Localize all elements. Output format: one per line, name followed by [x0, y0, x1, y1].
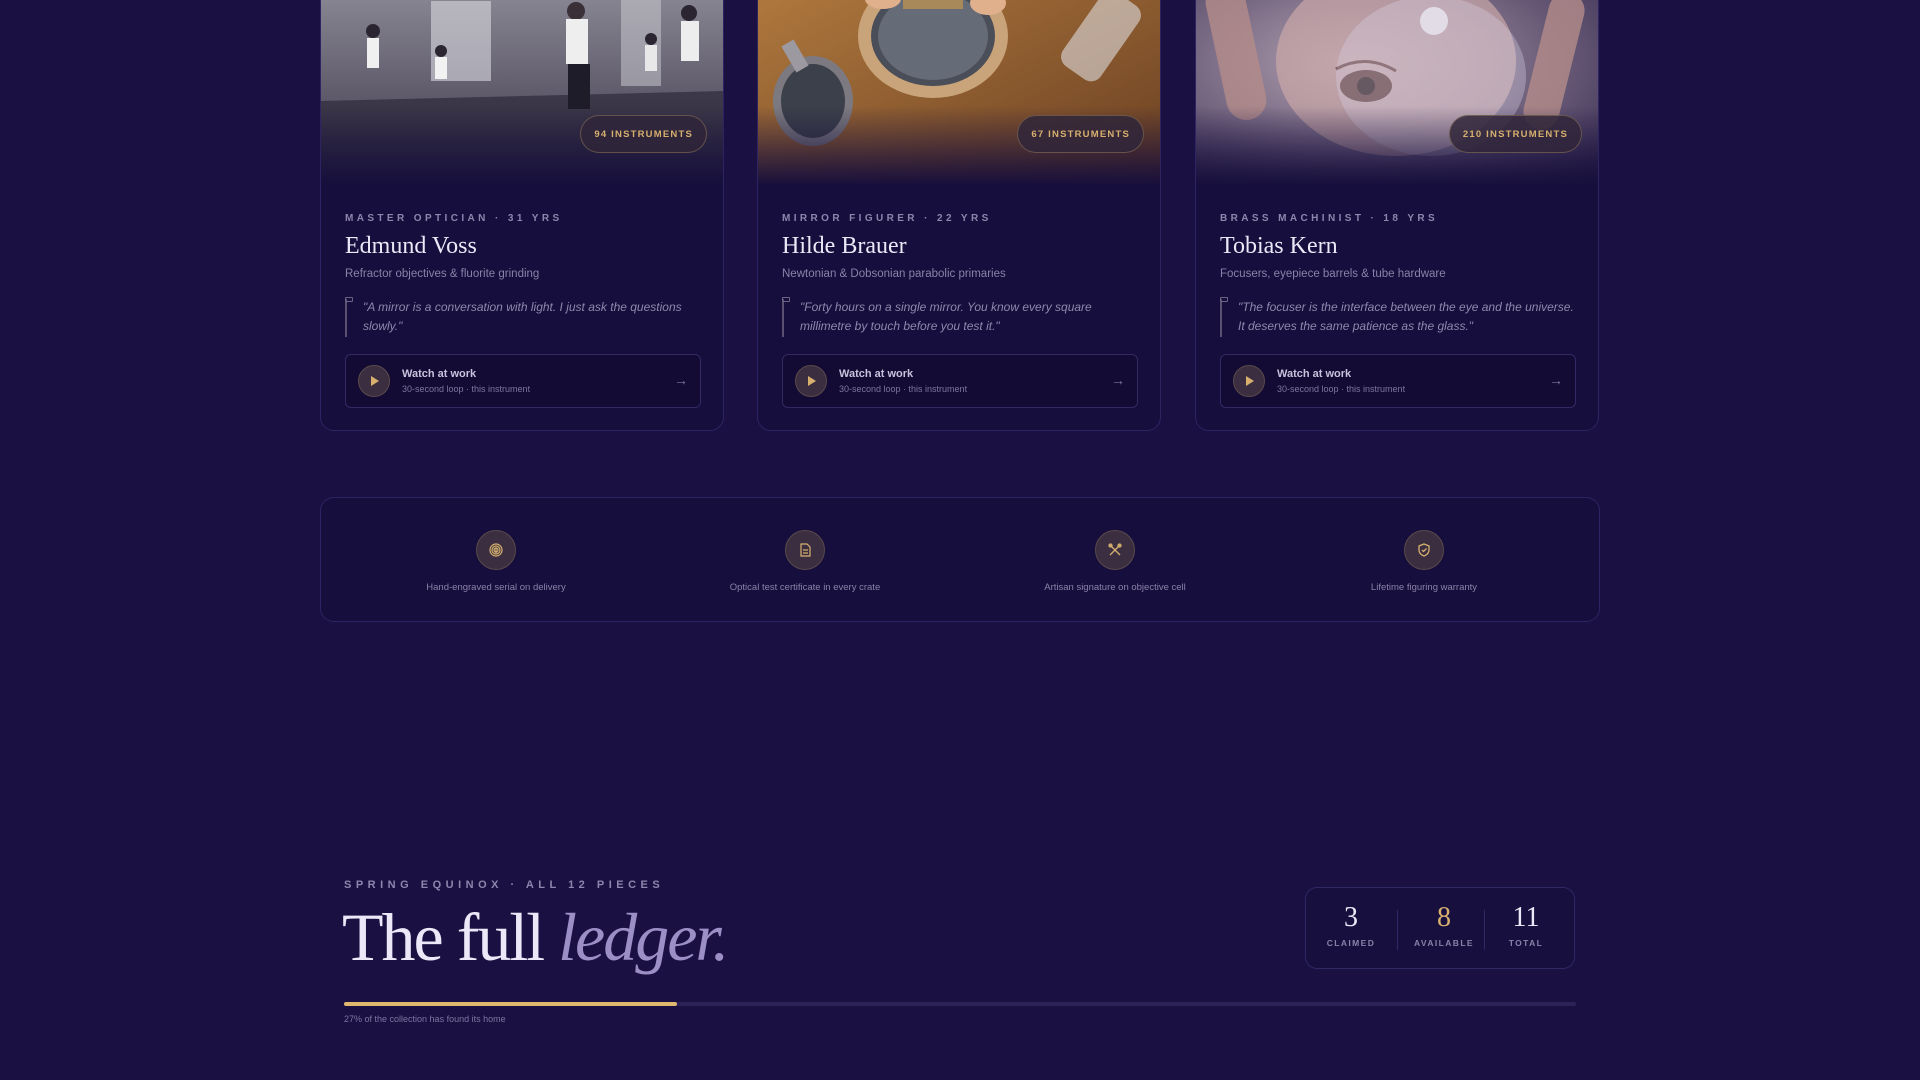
- guarantee-item: Hand-engraved serial on delivery: [346, 530, 646, 593]
- artisan-photo: [1196, 0, 1598, 186]
- artisan-specialty: Newtonian & Dobsonian parabolic primarie…: [782, 268, 1006, 280]
- play-icon: [1233, 365, 1265, 397]
- quote-bar: [345, 299, 347, 337]
- artisan-role: BRASS MACHINIST · 18 YRS: [1220, 213, 1439, 224]
- artisan-quote: "A mirror is a conversation with light. …: [363, 300, 682, 333]
- guarantee-item: Artisan signature on objective cell: [965, 530, 1265, 593]
- stat-available: 8 AVAILABLE: [1399, 902, 1489, 948]
- guarantee-label: Artisan signature on objective cell: [1044, 582, 1186, 593]
- artisan-quote: "The focuser is the interface between th…: [1238, 300, 1574, 333]
- guarantee-item: Lifetime figuring warranty: [1274, 530, 1574, 593]
- artisan-quote: "Forty hours on a single mirror. You kno…: [800, 300, 1092, 333]
- guarantee-item: Optical test certificate in every crate: [655, 530, 955, 593]
- quote-icon: [1220, 297, 1228, 302]
- ledger-stats: 3 CLAIMED 8 AVAILABLE 11 TOTAL: [1305, 887, 1575, 969]
- fingerprint-icon: [476, 530, 516, 570]
- watch-subtitle: 30-second loop · this instrument: [1277, 384, 1406, 394]
- stat-total: 11 TOTAL: [1481, 902, 1571, 948]
- arrow-right-icon: →: [674, 372, 688, 388]
- stat-label: CLAIMED: [1326, 938, 1376, 948]
- artisan-name: Tobias Kern: [1220, 233, 1338, 259]
- tools-icon: [1095, 530, 1135, 570]
- collection-progress-bar: [344, 1002, 1576, 1006]
- quote-bar: [1220, 299, 1222, 337]
- quote-bar: [782, 299, 784, 337]
- guarantee-label: Optical test certificate in every crate: [729, 582, 881, 593]
- stat-value: 11: [1512, 902, 1540, 933]
- progress-fill: [344, 1002, 677, 1006]
- watch-subtitle: 30-second loop · this instrument: [839, 384, 968, 394]
- ledger-title-main: The full: [342, 899, 559, 975]
- artisan-specialty: Refractor objectives & fluorite grinding: [345, 268, 540, 280]
- artisan-photo: [758, 0, 1160, 186]
- stat-divider: [1397, 910, 1398, 950]
- ledger-title-emphasis: ledger.: [558, 899, 729, 975]
- artisan-photo: [321, 0, 723, 186]
- quote-icon: [782, 297, 790, 302]
- watch-title: Watch at work: [1277, 368, 1352, 380]
- instrument-count-badge: 94 INSTRUMENTS: [580, 115, 707, 153]
- guarantees-panel: Hand-engraved serial on delivery Optical…: [320, 497, 1600, 622]
- artisan-card: 67 INSTRUMENTS MIRROR FIGURER · 22 YRS H…: [757, 0, 1161, 431]
- arrow-right-icon: →: [1549, 372, 1563, 388]
- instrument-count-badge: 210 INSTRUMENTS: [1448, 115, 1582, 153]
- stat-value: 8: [1437, 902, 1451, 933]
- artisan-name: Hilde Brauer: [782, 233, 907, 259]
- watch-at-work-button[interactable]: Watch at work 30-second loop · this inst…: [345, 354, 701, 408]
- watch-title: Watch at work: [402, 368, 477, 380]
- watch-at-work-button[interactable]: Watch at work 30-second loop · this inst…: [782, 354, 1138, 408]
- ledger-title: The full ledger.: [342, 898, 729, 977]
- play-icon: [358, 365, 390, 397]
- guarantee-label: Hand-engraved serial on delivery: [426, 582, 566, 593]
- artisan-card: 94 INSTRUMENTS MASTER OPTICIAN · 31 YRS …: [320, 0, 724, 431]
- artisan-role: MASTER OPTICIAN · 31 YRS: [345, 213, 563, 224]
- stat-value: 3: [1344, 902, 1358, 933]
- progress-note: 27% of the collection has found its home: [344, 1014, 506, 1024]
- play-icon: [795, 365, 827, 397]
- artisan-role: MIRROR FIGURER · 22 YRS: [782, 213, 992, 224]
- arrow-right-icon: →: [1111, 372, 1125, 388]
- stat-claimed: 3 CLAIMED: [1306, 902, 1396, 948]
- ledger-eyebrow: SPRING EQUINOX · ALL 12 PIECES: [344, 879, 665, 891]
- artisan-card: 210 INSTRUMENTS BRASS MACHINIST · 18 YRS…: [1195, 0, 1599, 431]
- guarantee-label: Lifetime figuring warranty: [1370, 582, 1478, 593]
- watch-title: Watch at work: [839, 368, 914, 380]
- quote-icon: [345, 297, 353, 302]
- stat-label: AVAILABLE: [1414, 938, 1474, 948]
- artisan-specialty: Focusers, eyepiece barrels & tube hardwa…: [1220, 268, 1446, 280]
- stat-label: TOTAL: [1508, 938, 1544, 948]
- instrument-count-badge: 67 INSTRUMENTS: [1017, 115, 1144, 153]
- certificate-icon: [785, 530, 825, 570]
- watch-subtitle: 30-second loop · this instrument: [402, 384, 531, 394]
- artisan-name: Edmund Voss: [345, 233, 477, 259]
- shield-icon: [1404, 530, 1444, 570]
- watch-at-work-button[interactable]: Watch at work 30-second loop · this inst…: [1220, 354, 1576, 408]
